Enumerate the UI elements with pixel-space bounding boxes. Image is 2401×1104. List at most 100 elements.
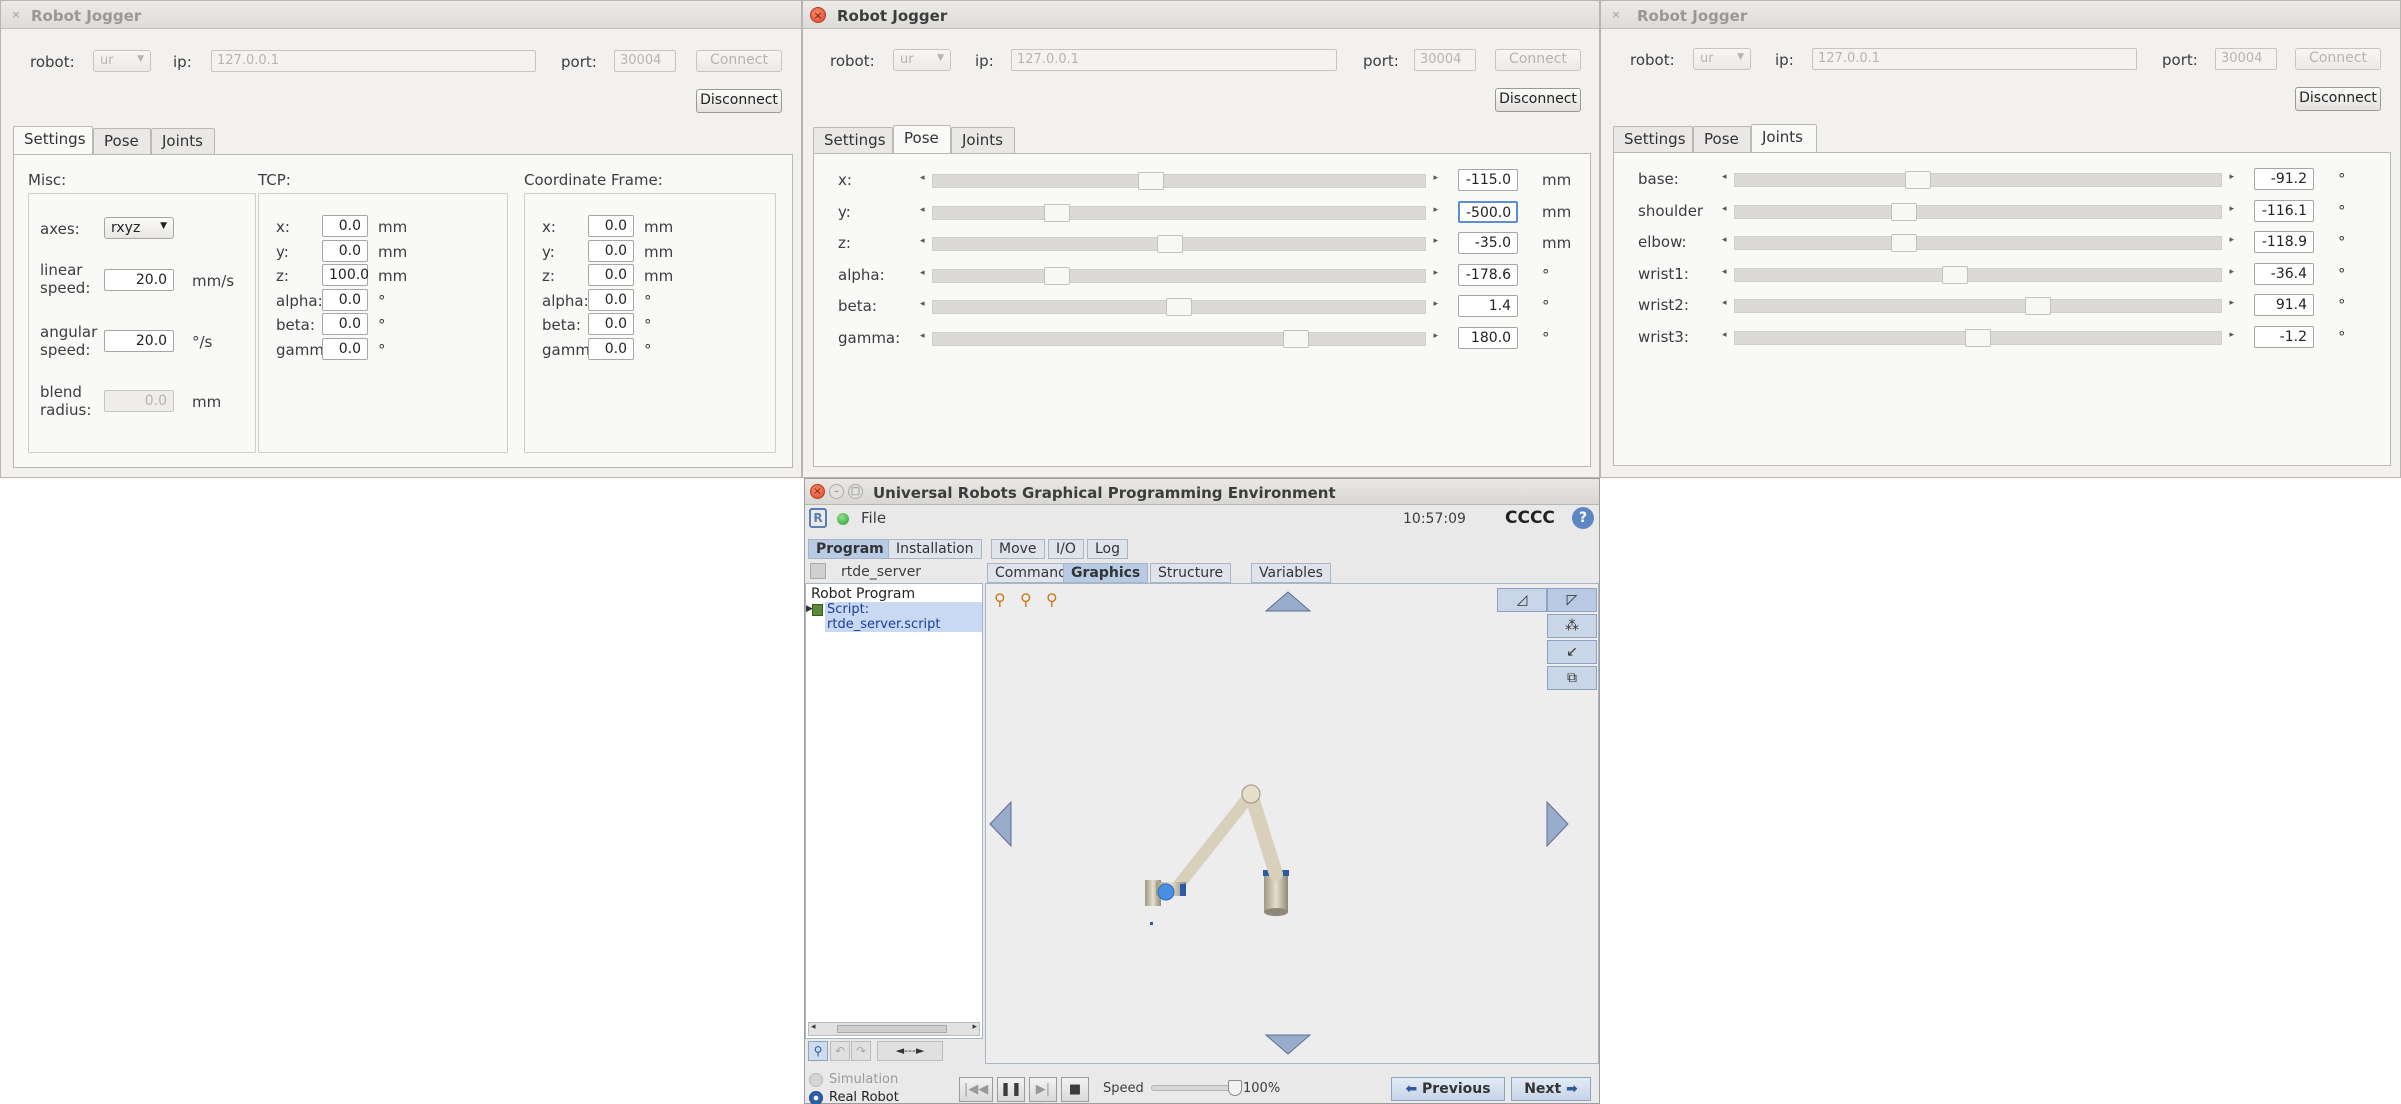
tab-joints[interactable]: Joints [151,128,215,154]
tree-root[interactable]: Robot Program [811,586,915,602]
minimize-icon[interactable]: – [829,484,844,499]
pose-value-field[interactable]: 1.4 [1458,295,1518,318]
slider-left-arrow-icon[interactable]: ◂ [920,331,925,341]
tcp-field[interactable]: 0.0 [322,215,368,237]
slider-right-arrow-icon[interactable]: ▸ [1433,205,1438,215]
simulation-radio[interactable] [809,1073,823,1087]
scroll-thumb[interactable] [837,1025,947,1033]
slider-thumb[interactable] [1166,298,1192,317]
close-icon[interactable]: × [1608,7,1624,23]
redo-icon[interactable]: ↷ [851,1041,871,1061]
tcp-field[interactable]: 0.0 [322,288,368,311]
joints-slider[interactable]: ◂ ▸ [1722,297,2234,316]
slider-right-arrow-icon[interactable]: ▸ [1433,236,1438,246]
joints-value-field[interactable]: -118.9 [2254,231,2314,254]
slider-left-arrow-icon[interactable]: ◂ [1722,235,1727,245]
tab-program[interactable]: Program [808,539,892,559]
joints-slider[interactable]: ◂ ▸ [1722,265,2234,284]
pose-value-field[interactable]: -115.0 [1458,169,1518,191]
frame-field[interactable]: 0.0 [588,239,634,262]
disconnect-button[interactable]: Disconnect [1495,88,1581,112]
slider-left-arrow-icon[interactable]: ◂ [920,236,925,246]
connect-button[interactable]: Connect [1495,49,1581,71]
undo-icon[interactable]: ↶ [830,1041,850,1061]
tab-pose[interactable]: Pose [93,128,151,154]
slider-left-arrow-icon[interactable]: ◂ [920,299,925,309]
tab-settings[interactable]: Settings [813,127,893,153]
slider-track[interactable] [1734,236,2222,251]
file-menu[interactable]: File [861,509,886,527]
tab-log[interactable]: Log [1087,539,1129,559]
close-icon[interactable]: × [810,7,826,23]
step-button[interactable]: ▶| [1029,1077,1057,1102]
slider-right-arrow-icon[interactable]: ▸ [1433,173,1438,183]
real-robot-radio[interactable] [809,1091,823,1104]
slider-track[interactable] [1734,204,2222,219]
pose-slider[interactable]: ◂ ▸ [920,235,1438,254]
previous-button[interactable]: ⬅ Previous [1391,1077,1505,1101]
disconnect-button[interactable]: Disconnect [696,89,782,113]
slider-thumb[interactable] [1137,172,1164,190]
slider-left-arrow-icon[interactable]: ◂ [1722,172,1727,182]
port-field[interactable]: 30004 [614,50,676,72]
pause-button[interactable]: ❚❚ [997,1077,1025,1102]
tree-item-script[interactable]: Script: rtde_server.script [825,602,982,632]
tcp-field[interactable]: 0.0 [322,313,368,336]
tab-installation[interactable]: Installation [888,539,982,559]
slider-track[interactable] [1734,173,2222,187]
zoom-out-icon[interactable]: ⚲ [1046,590,1058,609]
slider-track[interactable] [1734,299,2222,314]
scroll-left-icon[interactable]: ◂ [811,1022,816,1032]
slider-left-arrow-icon[interactable]: ◂ [920,205,925,215]
ip-field[interactable]: 127.0.0.1 [211,50,536,72]
tab-command[interactable]: Command [987,563,1075,583]
pose-value-field[interactable]: -35.0 [1458,232,1518,255]
slider-left-arrow-icon[interactable]: ◂ [920,173,925,183]
slider-left-arrow-icon[interactable]: ◂ [1722,298,1727,308]
stop-button[interactable]: ■ [1061,1077,1089,1102]
tcp-field[interactable]: 100.0 [322,264,369,287]
angular-speed-field[interactable]: 20.0 [104,330,174,352]
graphics-view[interactable]: ⚲ ⚲ ⚲ ◿ ◸ ⁂ ↙ ⧉ [985,583,1599,1064]
tcp-field[interactable]: 0.0 [322,239,368,262]
robot-select[interactable]: ur ▼ [893,49,951,71]
slider-track[interactable] [932,174,1426,188]
disconnect-button[interactable]: Disconnect [2295,87,2381,111]
slider-thumb[interactable] [1156,235,1183,254]
joints-slider[interactable]: ◂ ▸ [1722,171,2234,189]
pose-value-field[interactable]: 180.0 [1458,327,1518,349]
port-field[interactable]: 30004 [2215,48,2277,70]
pose-slider[interactable]: ◂ ▸ [920,330,1438,348]
blend-radius-field[interactable]: 0.0 [104,390,174,412]
slider-track[interactable] [932,332,1426,346]
slider-right-arrow-icon[interactable]: ▸ [2229,235,2234,245]
move-node-icon[interactable]: ◄---► [877,1041,943,1061]
tab-io[interactable]: I/O [1048,539,1084,559]
tab-joints[interactable]: Joints [951,127,1015,153]
slider-thumb[interactable] [1941,265,1968,284]
frame-field[interactable]: 0.0 [588,264,634,287]
pose-slider[interactable]: ◂ ▸ [920,172,1438,190]
zoom-fit-icon[interactable]: ⚲ [1020,590,1032,609]
tab-structure[interactable]: Structure [1150,563,1232,583]
slider-track[interactable] [1734,267,2222,282]
maximize-icon[interactable]: □ [848,484,863,499]
zoom-in-icon[interactable]: ⚲ [994,590,1006,609]
pose-slider[interactable]: ◂ ▸ [920,203,1438,222]
slider-thumb[interactable] [1891,234,1918,253]
pan-up-icon[interactable] [1265,590,1311,612]
show-features-button[interactable]: ⧉ [1547,666,1597,690]
joints-value-field[interactable]: -36.4 [2254,262,2314,285]
show-path-button[interactable]: ↙ [1547,640,1597,664]
slider-track[interactable] [932,205,1426,220]
tab-move[interactable]: Move [991,539,1045,559]
joints-value-field[interactable]: -116.1 [2254,199,2314,222]
slider-thumb[interactable] [1891,202,1918,221]
joints-slider[interactable]: ◂ ▸ [1722,202,2234,221]
axes-select[interactable]: rxyz ▼ [104,217,174,239]
slider-left-arrow-icon[interactable]: ◂ [1722,330,1727,340]
linear-speed-field[interactable]: 20.0 [104,269,174,291]
tab-settings[interactable]: Settings [1613,126,1693,152]
ip-field[interactable]: 127.0.0.1 [1011,49,1337,71]
joints-slider[interactable]: ◂ ▸ [1722,329,2234,347]
